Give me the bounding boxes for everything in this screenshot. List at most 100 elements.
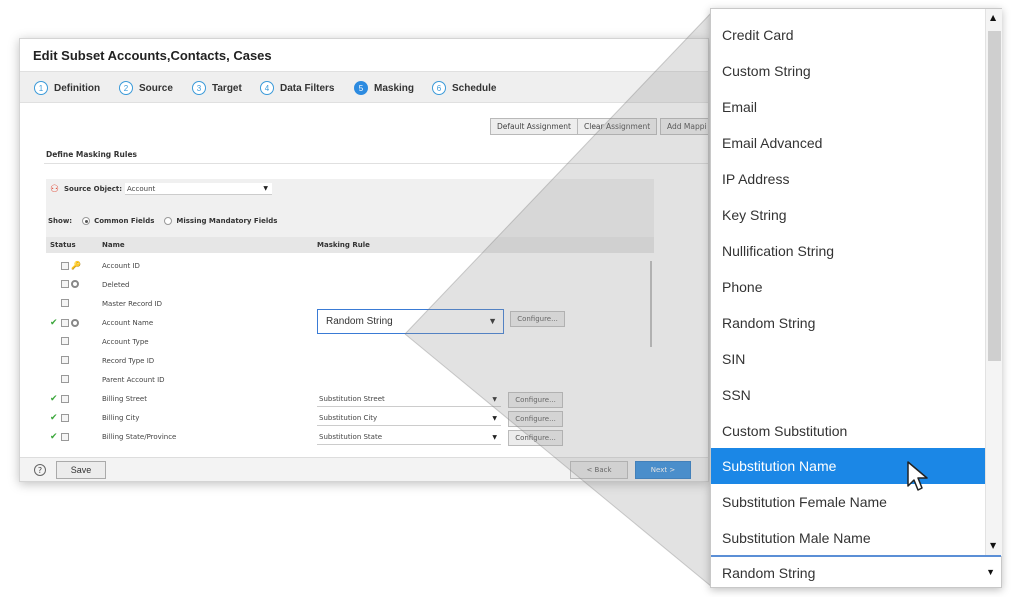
field-icon bbox=[61, 395, 69, 403]
field-icon bbox=[61, 280, 69, 288]
check-icon: ✔ bbox=[50, 394, 58, 404]
divider bbox=[44, 163, 708, 164]
row-status: ✔ bbox=[50, 413, 69, 423]
step-number: 4 bbox=[260, 81, 274, 95]
dropdown-option[interactable]: IP Address bbox=[711, 161, 985, 197]
configure-button[interactable]: Configure... bbox=[510, 311, 565, 327]
dropdown-option[interactable]: Custom String bbox=[711, 53, 985, 89]
chevron-down-icon: ▼ bbox=[986, 567, 995, 577]
step-masking[interactable]: 5 Masking bbox=[354, 80, 414, 96]
row-status: ✔ bbox=[50, 318, 79, 328]
field-name: Record Type ID bbox=[102, 357, 155, 365]
missing-mandatory-radio[interactable] bbox=[164, 217, 173, 225]
step-number: 3 bbox=[192, 81, 206, 95]
masking-rule-select[interactable]: Substitution City ▼ bbox=[317, 411, 501, 426]
check-icon: ✔ bbox=[50, 413, 58, 423]
table-row: Deleted bbox=[46, 277, 654, 296]
field-icon bbox=[61, 356, 69, 364]
dropdown-option[interactable]: Nullification String bbox=[711, 233, 985, 269]
configure-button[interactable]: Configure... bbox=[508, 430, 563, 446]
dialog-title: Edit Subset Accounts,Contacts, Cases bbox=[33, 48, 272, 63]
step-definition[interactable]: 1 Definition bbox=[34, 80, 100, 96]
masking-rule-select[interactable]: Substitution State ▼ bbox=[317, 430, 501, 445]
dropdown-option[interactable]: Custom Substitution bbox=[711, 413, 985, 449]
step-target[interactable]: 3 Target bbox=[192, 80, 242, 96]
step-source[interactable]: 2 Source bbox=[119, 80, 173, 96]
check-icon: ✔ bbox=[50, 432, 58, 442]
dropdown-scrollbar[interactable]: ▲ ▼ bbox=[985, 9, 1002, 556]
show-label: Show: bbox=[48, 217, 73, 225]
row-status bbox=[50, 375, 69, 383]
source-object-label: Source Object: bbox=[64, 185, 123, 193]
current-rule-value: Random String bbox=[722, 564, 816, 581]
chevron-down-icon: ▼ bbox=[263, 185, 268, 192]
common-fields-radio[interactable] bbox=[82, 217, 91, 225]
key-icon: 🔑 bbox=[71, 261, 81, 270]
step-schedule[interactable]: 6 Schedule bbox=[432, 80, 496, 96]
step-label: Schedule bbox=[452, 82, 497, 94]
gear-icon bbox=[71, 319, 79, 327]
field-icon bbox=[61, 261, 69, 270]
dropdown-option[interactable]: Substitution Female Name bbox=[711, 484, 985, 520]
source-object-icon: ⚇ bbox=[50, 184, 59, 195]
field-name: Master Record ID bbox=[102, 300, 162, 308]
field-icon bbox=[61, 299, 69, 307]
configure-button[interactable]: Configure... bbox=[508, 411, 563, 427]
scrollbar-thumb[interactable] bbox=[988, 31, 1001, 361]
dropdown-option[interactable]: Random String bbox=[711, 305, 985, 341]
section-title: Define Masking Rules bbox=[46, 150, 138, 159]
dropdown-option[interactable]: Substitution Male Name bbox=[711, 520, 985, 556]
row-status bbox=[50, 337, 69, 345]
field-name: Account ID bbox=[102, 262, 140, 270]
dropdown-option[interactable]: SIN bbox=[711, 341, 985, 377]
dialog-footer: ? Save < Back Next > bbox=[20, 457, 708, 481]
dropdown-option-selected[interactable]: Substitution Name bbox=[711, 448, 985, 484]
table-row: ✔ Billing Street Substitution Street ▼ C… bbox=[46, 391, 654, 410]
chevron-down-icon: ▼ bbox=[492, 415, 497, 422]
step-label: Data Filters bbox=[280, 82, 335, 94]
field-icon bbox=[61, 414, 69, 422]
step-number: 5 bbox=[354, 81, 368, 95]
field-name: Account Type bbox=[102, 338, 149, 346]
masking-rule-value: Substitution City bbox=[319, 414, 378, 422]
default-assignment-button[interactable]: Default Assignment bbox=[490, 118, 578, 135]
back-button[interactable]: < Back bbox=[570, 461, 628, 479]
field-icon bbox=[61, 319, 69, 327]
dropdown-option[interactable]: SSN bbox=[711, 377, 985, 413]
gear-icon bbox=[71, 280, 79, 288]
current-rule-select[interactable]: Random String ▼ bbox=[711, 557, 1001, 588]
masking-rule-value: Substitution State bbox=[319, 433, 383, 441]
help-icon[interactable]: ? bbox=[34, 464, 46, 476]
save-button[interactable]: Save bbox=[56, 461, 106, 479]
next-button[interactable]: Next > bbox=[635, 461, 691, 479]
table-row: Record Type ID bbox=[46, 353, 654, 372]
dropdown-option[interactable]: Email Advanced bbox=[711, 125, 985, 161]
check-icon: ✔ bbox=[50, 318, 58, 328]
scroll-down-icon[interactable]: ▼ bbox=[990, 541, 996, 550]
field-name: Account Name bbox=[102, 319, 154, 327]
configure-button[interactable]: Configure... bbox=[508, 392, 563, 408]
masking-rule-select[interactable]: Substitution Street ▼ bbox=[317, 392, 501, 407]
step-data-filters[interactable]: 4 Data Filters bbox=[260, 80, 334, 96]
table-row: ✔ Account Name Random String ▼ Configure… bbox=[46, 309, 654, 334]
masking-rule-select[interactable]: Random String ▼ bbox=[317, 309, 504, 334]
row-status bbox=[50, 280, 79, 288]
add-mapping-button[interactable]: Add Mappi bbox=[660, 118, 708, 135]
table-row: Account Type bbox=[46, 334, 654, 353]
source-object-select[interactable]: Account ▼ bbox=[125, 183, 272, 195]
step-number: 2 bbox=[119, 81, 133, 95]
missing-mandatory-label: Missing Mandatory Fields bbox=[176, 217, 278, 225]
table-scrollbar[interactable] bbox=[650, 261, 652, 347]
dropdown-option[interactable]: Credit Card bbox=[711, 17, 985, 53]
dropdown-option[interactable]: Key String bbox=[711, 197, 985, 233]
field-name: Billing City bbox=[102, 414, 140, 422]
step-label: Source bbox=[139, 82, 173, 94]
clear-assignment-button[interactable]: Clear Assignment bbox=[577, 118, 658, 135]
dropdown-option[interactable]: Phone bbox=[711, 269, 985, 305]
field-name: Parent Account ID bbox=[102, 376, 165, 384]
dropdown-option[interactable]: Email bbox=[711, 89, 985, 125]
scroll-up-icon[interactable]: ▲ bbox=[990, 13, 996, 22]
row-status: 🔑 bbox=[50, 261, 81, 270]
step-label: Definition bbox=[54, 82, 101, 94]
masking-rule-value: Substitution Street bbox=[319, 395, 385, 403]
